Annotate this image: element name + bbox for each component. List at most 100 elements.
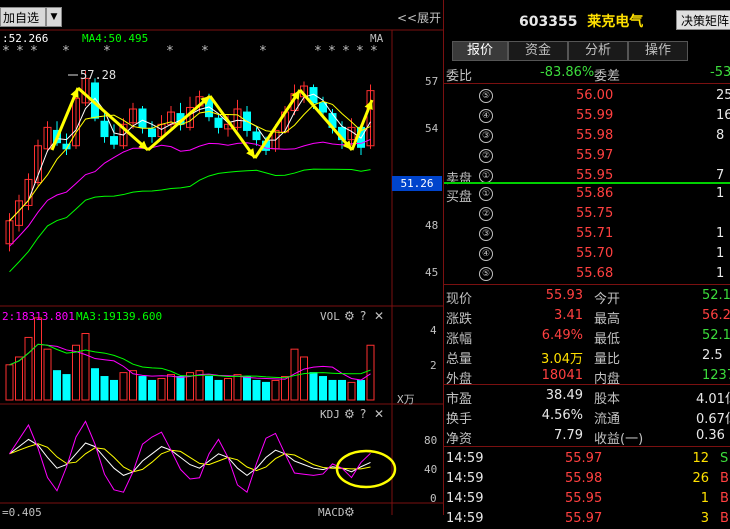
ask-price: 55.99 <box>576 108 614 123</box>
ask-row[interactable]: ② 55.97 <box>444 146 730 166</box>
vol-axis-label: 2 <box>430 359 437 372</box>
stat-label: 总量 <box>446 352 473 367</box>
tick-price: 55.97 <box>565 511 603 526</box>
bid-volume: 1 <box>716 246 725 261</box>
bid-row[interactable]: ④ 55.70 1 <box>444 244 730 264</box>
ask-price: 55.95 <box>576 168 614 183</box>
fund-value: 0.36 <box>696 428 725 443</box>
stat-value: 55.93 <box>545 288 583 303</box>
ask-level: ① <box>479 169 493 183</box>
bid-level: ⑤ <box>479 267 493 281</box>
stat-value: 52.1 <box>702 328 730 343</box>
ask-price: 55.98 <box>576 128 614 143</box>
volume-bar <box>148 379 156 401</box>
macd-legend-partial: =0.405 <box>2 506 42 519</box>
highlight-circle <box>335 449 397 489</box>
ask-level: ⑤ <box>479 89 493 103</box>
macd-title: MACD <box>318 506 345 519</box>
volume-bar <box>91 368 99 401</box>
price-axis-label: 54 <box>425 122 439 135</box>
stat-value: 56.2 <box>702 308 730 323</box>
tab-funds[interactable]: 资金 <box>508 41 568 61</box>
volume-bar <box>328 379 337 401</box>
ask-row[interactable]: ③ 55.98 8 <box>444 126 730 146</box>
fund-row: 市盈 38.49 股本 4.01亿 <box>444 386 730 407</box>
ask-price: 56.00 <box>576 88 614 103</box>
divider <box>444 446 730 447</box>
gear-icon[interactable]: ⚙ <box>344 505 355 519</box>
star-marker: * <box>103 44 111 59</box>
close-icon[interactable]: ✕ <box>374 309 384 323</box>
trend-arrow <box>298 89 354 151</box>
star-marker: * <box>342 44 350 59</box>
bid-row[interactable]: ⑤ 55.68 1 <box>444 264 730 284</box>
ask-volume: 7 <box>716 168 725 183</box>
volume-bar <box>366 344 375 401</box>
star-marker: * <box>370 44 378 59</box>
quote-panel: 603355 莱克电气 决策矩阵 报价 资金 分析 操作 委比 -83.86% … <box>443 0 730 526</box>
bid-price: 55.71 <box>576 226 614 241</box>
stock-code-name: 603355 莱克电气 <box>519 11 643 31</box>
bid-row[interactable]: ② 55.75 <box>444 204 730 224</box>
bid-level: ③ <box>479 227 493 241</box>
weicha-value: -53 <box>710 65 730 80</box>
ask-level: ② <box>479 149 493 163</box>
stat-value: 3.04万 <box>541 352 583 367</box>
kline-chart-area[interactable] <box>0 0 443 515</box>
bid-price: 55.70 <box>576 246 614 261</box>
volume-bar <box>15 356 23 401</box>
kdj-axis-label: 40 <box>424 463 438 476</box>
volume-bar <box>357 379 365 401</box>
volume-bar <box>271 379 280 401</box>
vol-axis-label: 4 <box>430 324 437 337</box>
bid-level: ④ <box>479 247 493 261</box>
stat-value: 1237 <box>702 368 730 383</box>
stat-label: 现价 <box>446 292 473 307</box>
trend-arrow <box>50 87 80 151</box>
tick-time: 14:59 <box>446 511 484 526</box>
candle-body <box>100 120 109 138</box>
ask-row[interactable]: ④ 55.99 16 <box>444 106 730 126</box>
add-watchlist-button[interactable]: 加自选 <box>0 7 46 27</box>
fund-row: 换手 4.56% 流通 0.67亿 <box>444 406 730 427</box>
stat-label: 涨幅 <box>446 332 473 347</box>
bid-row[interactable]: 买盘 ① 55.86 1 <box>444 184 730 205</box>
tab-analysis[interactable]: 分析 <box>568 41 628 61</box>
help-icon[interactable]: ? <box>360 407 366 421</box>
ask-row[interactable]: ⑤ 56.00 25 <box>444 86 730 106</box>
tick-volume: 1 <box>700 491 709 506</box>
volume-bar <box>167 374 175 401</box>
tick-flag: B <box>720 491 729 506</box>
vol-axis-label: X万 <box>397 393 415 406</box>
volume-bar <box>224 377 232 401</box>
volume-bar <box>214 379 223 401</box>
star-marker: * <box>30 44 38 59</box>
gear-icon[interactable]: ⚙ <box>344 407 355 421</box>
bid-row[interactable]: ③ 55.71 1 <box>444 224 730 244</box>
ma4-legend: MA4:50.495 <box>82 32 149 45</box>
fund-label: 流通 <box>594 412 621 427</box>
close-icon[interactable]: ✕ <box>374 407 384 421</box>
expand-button[interactable]: <<展开 <box>397 9 441 26</box>
decision-matrix-button[interactable]: 决策矩阵 <box>676 10 730 30</box>
stat-row: 外盘 18041 内盘 1237 <box>444 366 730 387</box>
volume-bar <box>319 376 327 401</box>
bid-label: 买盘 <box>446 190 473 205</box>
volume-bar <box>110 379 118 401</box>
fund-value: 38.49 <box>545 388 583 403</box>
add-watchlist-dropdown-icon[interactable]: ▼ <box>46 7 62 27</box>
vol-title: VOL <box>320 310 340 323</box>
tick-time: 14:59 <box>446 451 484 466</box>
stat-label: 今开 <box>594 292 621 307</box>
kdj-title: KDJ <box>320 408 340 421</box>
ma-line <box>9 168 371 273</box>
kdj-line <box>9 420 371 494</box>
tab-quote[interactable]: 报价 <box>452 41 508 61</box>
gear-icon[interactable]: ⚙ <box>344 309 355 323</box>
volume-bar <box>347 381 356 401</box>
stat-label: 最低 <box>594 332 621 347</box>
stat-value: 52.1 <box>702 288 730 303</box>
peak-annotation: 57.28 <box>80 68 117 82</box>
tab-operation[interactable]: 操作 <box>628 41 688 61</box>
help-icon[interactable]: ? <box>360 309 366 323</box>
